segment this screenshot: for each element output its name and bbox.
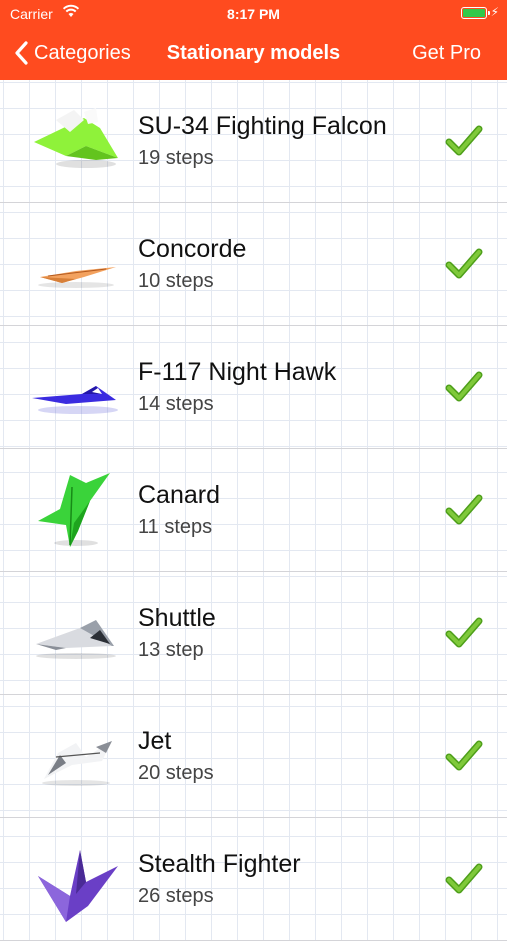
- list-item[interactable]: Concorde 10 steps: [0, 203, 507, 326]
- model-name: Stealth Fighter: [138, 850, 301, 878]
- checkmark-icon: [445, 248, 483, 279]
- model-name: Shuttle: [138, 604, 216, 632]
- orange-concorde-plane-icon: [38, 267, 116, 288]
- model-steps: 26 steps: [138, 885, 214, 907]
- model-list: SU-34 Fighting Falcon 19 steps Concorde …: [0, 80, 507, 941]
- top-bar: Carrier 8:17 PM ⚡ Categories Stationary …: [0, 0, 507, 80]
- checkmark-icon: [445, 494, 483, 525]
- model-name: Jet: [138, 727, 172, 755]
- list-item[interactable]: Shuttle 13 step: [0, 572, 507, 695]
- list-item[interactable]: Stealth Fighter 26 steps: [0, 818, 507, 941]
- purple-stealth-fighter-icon: [38, 850, 118, 922]
- model-steps: 11 steps: [138, 516, 213, 538]
- list-item[interactable]: SU-34 Fighting Falcon 19 steps: [0, 80, 507, 203]
- model-steps: 10 steps: [138, 270, 214, 292]
- model-steps: 13 step: [138, 639, 204, 661]
- status-time: 8:17 PM: [227, 6, 280, 22]
- charging-bolt-icon: ⚡: [490, 5, 499, 19]
- list-item[interactable]: Canard 11 steps: [0, 449, 507, 572]
- checkmark-icon: [445, 371, 483, 402]
- model-steps: 19 steps: [138, 147, 214, 169]
- model-name: SU-34 Fighting Falcon: [138, 112, 387, 140]
- navigation-bar: Categories Stationary models Get Pro: [0, 28, 507, 80]
- checkmark-icon: [445, 125, 483, 156]
- status-bar: Carrier 8:17 PM ⚡: [0, 0, 507, 28]
- gray-shuttle-plane-icon: [36, 620, 116, 659]
- checkmark-icon: [445, 740, 483, 771]
- model-steps: 20 steps: [138, 762, 214, 784]
- green-fighter-plane-icon: [34, 108, 118, 168]
- battery-icon: [461, 7, 490, 19]
- checkmark-icon: [445, 863, 483, 894]
- list-item[interactable]: F-117 Night Hawk 14 steps: [0, 326, 507, 449]
- checkmark-icon: [445, 617, 483, 648]
- list-item[interactable]: Jet 20 steps: [0, 695, 507, 818]
- model-name: Concorde: [138, 235, 247, 263]
- blue-stealth-plane-icon: [32, 386, 118, 414]
- white-jet-plane-icon: [42, 741, 112, 786]
- get-pro-button[interactable]: Get Pro: [412, 42, 481, 65]
- model-name: F-117 Night Hawk: [138, 358, 337, 386]
- model-name: Canard: [138, 481, 220, 509]
- green-canard-plane-icon: [38, 473, 110, 547]
- model-steps: 14 steps: [138, 393, 214, 415]
